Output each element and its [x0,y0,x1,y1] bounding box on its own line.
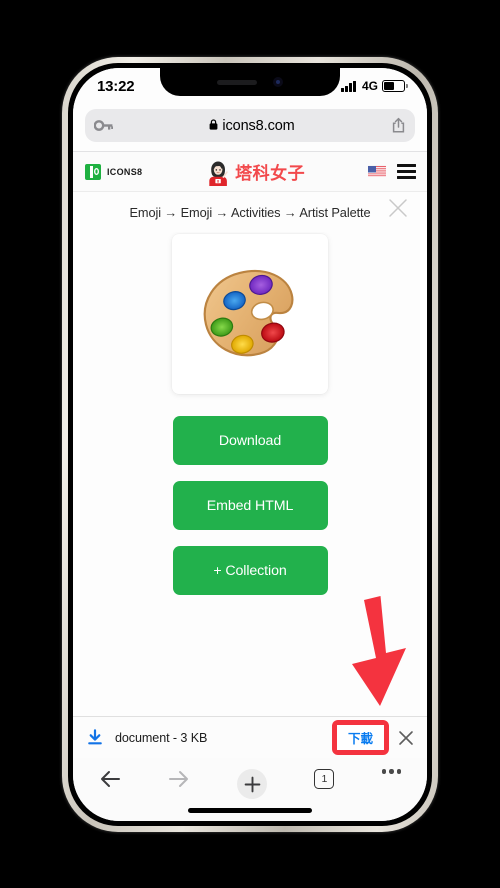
site-header: ICONS8 8 塔科女子 [73,152,427,192]
lock-icon [209,118,218,133]
artist-palette-emoji [203,269,294,357]
download-bar: document - 3 KB 下載 [73,716,427,758]
tab-count-button[interactable]: 1 [314,769,335,789]
breadcrumb-row: Emoji → Emoji → Activities → Artist Pale… [73,192,427,232]
more-dots-icon[interactable] [381,769,401,774]
back-arrow-icon[interactable] [99,769,121,789]
add-collection-button[interactable]: + Collection [172,546,328,595]
speaker-grille-icon [217,79,257,85]
embed-html-button[interactable]: Embed HTML [172,481,328,530]
browser-chrome: icons8.com [73,104,427,152]
download-file-label: document - 3 KB [115,730,208,745]
status-time: 13:22 [97,77,135,95]
download-confirm-button[interactable]: 下載 [336,725,384,750]
front-camera-icon [273,77,283,87]
url-text: icons8.com [222,117,295,134]
status-indicators: 4G [341,79,408,93]
phone-frame: 13:22 4G icons8.com ICONS8 8 塔科女子 Emoji … [62,57,438,832]
icons8-logo-icon [85,163,101,180]
tab-count-label: 1 [314,769,335,789]
phone-screen: 13:22 4G icons8.com ICONS8 8 塔科女子 Emoji … [73,68,427,821]
main-content: Download Embed HTML + Collection [73,232,427,595]
network-type-label: 4G [361,79,378,93]
key-icon[interactable] [94,119,113,132]
phone-bezel: 13:22 4G icons8.com ICONS8 8 塔科女子 Emoji … [68,63,432,826]
notch [160,68,340,96]
hamburger-menu-icon[interactable] [397,164,416,179]
site-name: 塔科女子 [235,164,306,183]
us-flag-icon[interactable] [368,165,386,178]
site-avatar-icon: 8 [209,161,228,186]
share-icon[interactable] [391,117,406,134]
battery-icon [382,80,408,92]
download-confirm-highlight: 下載 [331,720,389,755]
breadcrumb[interactable]: Emoji → Emoji → Activities → Artist Pale… [129,205,370,220]
icons8-logo-link[interactable]: ICONS8 [85,163,143,180]
url-display[interactable]: icons8.com [113,118,391,134]
header-right-controls [368,164,416,179]
signal-bars-icon [341,80,356,92]
home-indicator [188,808,312,813]
close-icon[interactable] [387,197,409,219]
site-brand[interactable]: 8 塔科女子 [205,158,305,186]
svg-text:8: 8 [217,179,219,183]
forward-arrow-icon [168,769,190,789]
icons8-wordmark: ICONS8 [107,166,143,177]
close-icon[interactable] [398,730,414,746]
download-arrow-icon [87,729,103,746]
download-button[interactable]: Download [172,416,328,465]
emoji-preview-card [172,234,328,394]
plus-icon[interactable] [237,769,268,799]
url-bar[interactable]: icons8.com [85,109,415,142]
